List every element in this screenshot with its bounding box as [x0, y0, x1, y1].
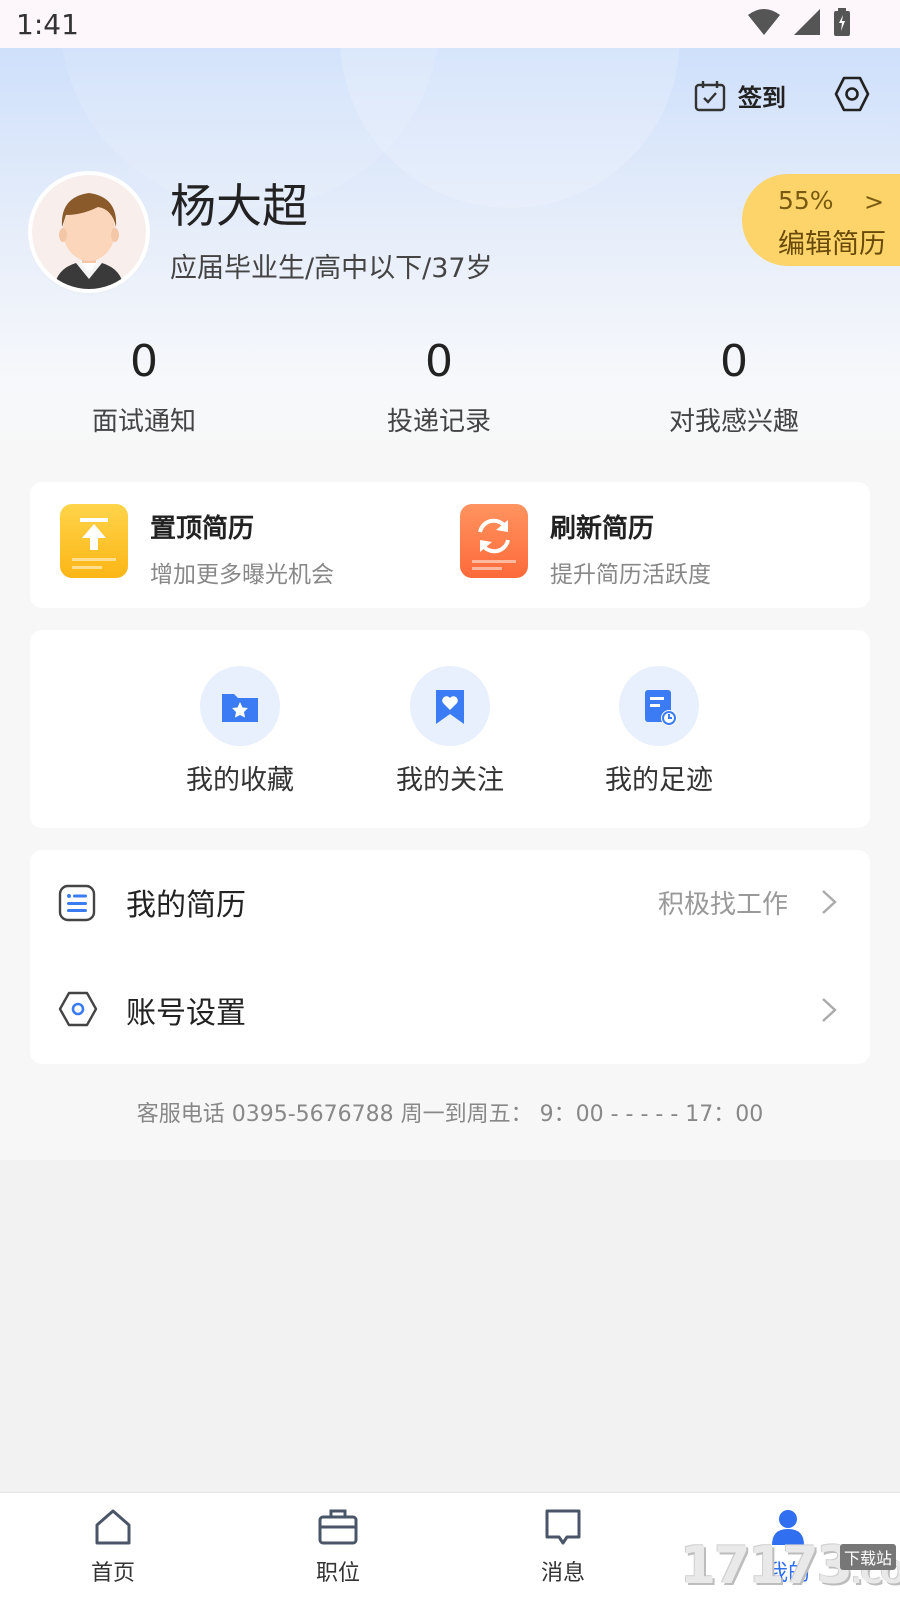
watermark-badge: 下载站 [840, 1544, 897, 1570]
menu-label: 我的简历 [126, 888, 246, 923]
status-icons [748, 8, 850, 36]
edit-resume-button[interactable]: 55% > 编辑简历 [742, 174, 900, 266]
menu-label: 账号设置 [126, 996, 246, 1031]
status-bar: 1:41 [0, 0, 900, 48]
pin-top-icon [60, 504, 128, 578]
briefcase-icon [318, 1509, 358, 1545]
chevron-right-icon [822, 890, 837, 914]
tab-label: 首页 [90, 1561, 135, 1586]
checkin-button[interactable]: 签到 [694, 78, 786, 113]
home-icon [95, 1509, 131, 1545]
quick-links-card: 我的收藏 我的关注 我的足迹 [30, 630, 870, 828]
history-doc-icon [619, 666, 699, 746]
stat-label: 投递记录 [386, 407, 491, 437]
edit-resume-label: 编辑简历 [778, 229, 886, 260]
pin-resume-item[interactable]: 置顶简历 增加更多曝光机会 [30, 482, 450, 608]
chevron-right-icon [822, 998, 837, 1022]
profile-header: 签到 杨大超 应届毕业生/高中以下/37岁 55% > 编辑简历 0 面试通知 … [0, 48, 900, 468]
tab-label: 职位 [315, 1561, 360, 1586]
message-icon [545, 1509, 581, 1545]
tab-jobs[interactable]: 职位 [268, 1507, 408, 1587]
checkin-label: 签到 [738, 84, 786, 112]
refresh-resume-item[interactable]: 刷新简历 提升简历活跃度 [450, 482, 870, 608]
refresh-icon [460, 504, 528, 578]
customer-service-text: 客服电话 0395-5676788 周一到周五： 9：00 - - - - - … [136, 1102, 764, 1127]
status-time: 1:41 [16, 8, 79, 41]
stat-interview[interactable]: 0 面试通知 [34, 336, 254, 438]
stat-applications[interactable]: 0 投递记录 [329, 336, 549, 438]
stat-interested[interactable]: 0 对我感兴趣 [624, 336, 844, 438]
quick-link-label: 我的收藏 [186, 765, 294, 796]
stat-label: 面试通知 [91, 407, 196, 437]
feature-subtitle: 增加更多曝光机会 [150, 562, 334, 588]
wifi-icon [748, 9, 780, 35]
quick-link-label: 我的关注 [396, 765, 504, 796]
menu-card: 我的简历 积极找工作 账号设置 [30, 850, 870, 1064]
bookmark-heart-icon [410, 666, 490, 746]
tab-label: 消息 [540, 1561, 585, 1586]
stat-label: 对我感兴趣 [668, 407, 799, 437]
feature-title: 置顶简历 [150, 514, 255, 544]
stat-value: 0 [130, 336, 158, 387]
menu-item-my-resume[interactable]: 我的简历 积极找工作 [30, 850, 870, 956]
chevron-right-icon: > [864, 188, 885, 216]
resume-list-icon [58, 884, 96, 922]
tab-home[interactable]: 首页 [43, 1507, 183, 1587]
quick-link-label: 我的足迹 [605, 765, 713, 796]
signal-icon [794, 9, 820, 35]
tab-messages[interactable]: 消息 [493, 1507, 633, 1587]
settings-gear-icon[interactable] [834, 76, 870, 112]
battery-icon [834, 8, 850, 36]
stat-value: 0 [425, 336, 453, 387]
feature-subtitle: 提升简历活跃度 [550, 562, 711, 588]
feature-title: 刷新简历 [550, 514, 655, 544]
feature-card: 置顶简历 增加更多曝光机会 刷新简历 提升简历活跃度 [30, 482, 870, 608]
calendar-check-icon [694, 80, 726, 111]
settings-hex-icon [58, 991, 98, 1027]
folder-star-icon [200, 666, 280, 746]
avatar-illustration [32, 175, 146, 289]
resume-percent: 55% [778, 186, 834, 215]
menu-item-account-settings[interactable]: 账号设置 [30, 958, 870, 1064]
job-status-text: 积极找工作 [657, 890, 788, 920]
user-name: 杨大超 [170, 179, 308, 233]
stat-value: 0 [720, 336, 748, 387]
avatar[interactable] [32, 175, 146, 289]
user-subtitle: 应届毕业生/高中以下/37岁 [170, 253, 493, 284]
